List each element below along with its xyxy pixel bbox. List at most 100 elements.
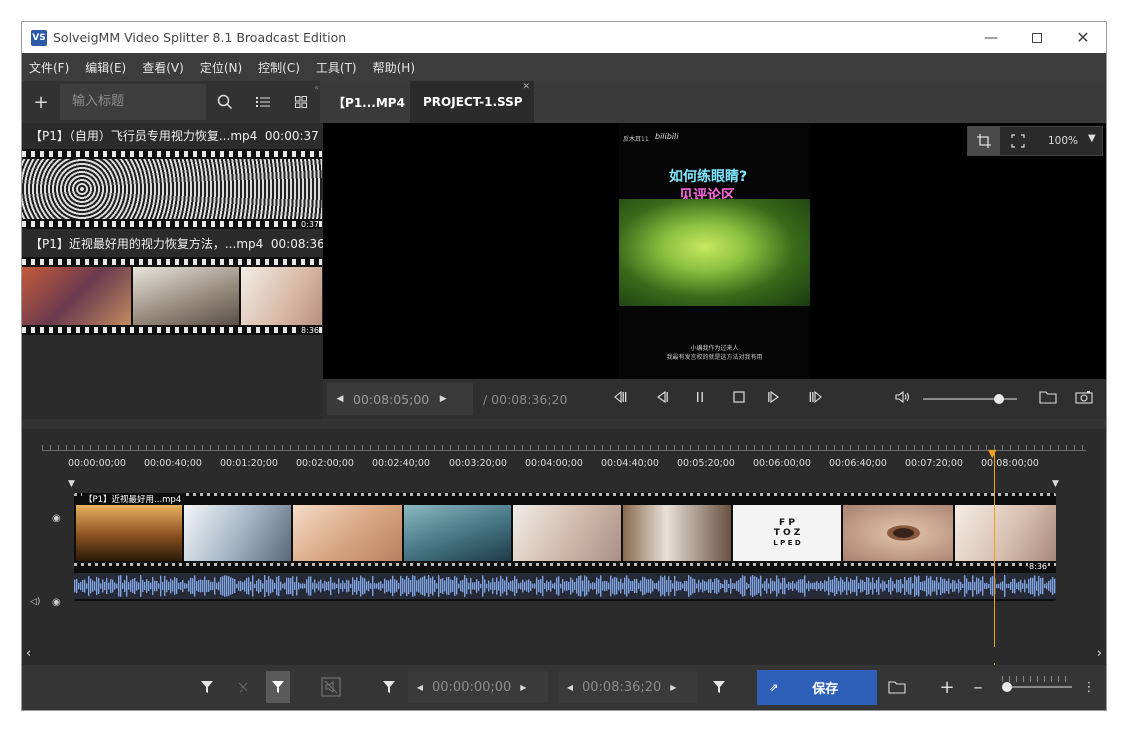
search-input[interactable]: 输入标题 xyxy=(60,84,206,120)
save-button[interactable]: ⇗ 保存 xyxy=(757,670,877,705)
player-controls: ◀ 00:08:05;00 ▶ / 00:08:36;20 xyxy=(323,379,1106,419)
scroll-right-icon[interactable]: › xyxy=(1097,646,1102,661)
audio-visibility-eye-icon[interactable]: ◉ xyxy=(52,597,61,608)
menu-control[interactable]: 控制(C) xyxy=(251,59,309,76)
video-preview[interactable]: 反木耳11 bilibili 如何练眼睛? 见评论区 小编我作为过来人 我最有发… xyxy=(323,123,1106,379)
fullscreen-button[interactable] xyxy=(1002,127,1034,155)
zoom-dropdown-icon[interactable]: ▼ xyxy=(1088,133,1096,144)
end-marker-icon[interactable]: ▼ xyxy=(1052,479,1059,489)
duration-badge: 0:37 xyxy=(301,220,319,229)
grid-view-icon xyxy=(295,96,307,108)
start-time-forward-icon[interactable]: ▶ xyxy=(511,683,535,692)
close-button[interactable]: ✕ xyxy=(1060,22,1106,53)
library-item-2-thumbnail[interactable]: 8:36 xyxy=(22,257,322,335)
maximize-button[interactable] xyxy=(1014,22,1060,53)
menu-file[interactable]: 文件(F) xyxy=(22,59,78,76)
step-back-time-icon[interactable]: ◀ xyxy=(327,394,353,404)
playhead-handle-icon[interactable]: ▼ xyxy=(988,447,996,460)
save-run-icon: ⇗ xyxy=(769,681,779,694)
search-icon xyxy=(217,94,233,110)
add-file-button[interactable]: + xyxy=(22,81,60,123)
set-marker-button[interactable] xyxy=(196,671,218,703)
library-item-1-title[interactable]: 【P1】（自用）飞行员专用视力恢复...mp4 00:00:37 xyxy=(30,127,319,147)
crop-button[interactable] xyxy=(968,127,1000,155)
timeline-scrollbar[interactable]: ‹ › xyxy=(22,646,1106,663)
next-keyframe-icon xyxy=(809,390,822,404)
next-frame-button[interactable] xyxy=(767,389,785,409)
timeline-ruler-line xyxy=(42,450,1086,451)
thumbnail-image xyxy=(133,267,239,325)
menu-edit[interactable]: 编辑(E) xyxy=(78,59,135,76)
audio-speaker-icon[interactable]: ◁) xyxy=(30,597,40,607)
close-tab-icon[interactable]: ✕ xyxy=(522,82,530,92)
clip-title: 【P1】近视最好用...mp4 xyxy=(82,493,184,505)
volume-slider-handle[interactable] xyxy=(994,394,1004,404)
current-time-field[interactable]: 00:08:05;00 xyxy=(353,392,429,407)
app-window: VS SolveigMM Video Splitter 8.1 Broadcas… xyxy=(21,21,1107,711)
list-view-button[interactable] xyxy=(244,81,282,123)
current-time-box[interactable]: ◀ 00:08:05;00 ▶ xyxy=(327,383,473,415)
step-forward-time-icon[interactable]: ▶ xyxy=(429,394,457,404)
library-item-2-title[interactable]: 【P1】近视最好用的视力恢复方法，...mp4 00:08:36 xyxy=(30,235,325,255)
video-visibility-eye-icon[interactable]: ◉ xyxy=(52,513,61,524)
library-item-1-thumbnail[interactable]: 0:37 xyxy=(22,149,322,229)
start-time-box[interactable]: ◀ 00:00:00;00 ▶ xyxy=(408,671,548,703)
zoom-slider-ticks xyxy=(1002,676,1072,682)
folder-icon xyxy=(888,681,906,694)
pause-button[interactable] xyxy=(694,389,710,409)
start-marker-icon[interactable]: ▼ xyxy=(68,479,75,489)
menu-navigate[interactable]: 定位(N) xyxy=(193,59,251,76)
end-time-box[interactable]: ◀ 00:08:36;20 ▶ xyxy=(558,671,698,703)
preview-tools: 100% ▼ xyxy=(967,126,1103,156)
zoom-slider-handle[interactable] xyxy=(1002,682,1012,692)
go-to-end-marker-button[interactable] xyxy=(708,671,730,703)
audio-waveform[interactable] xyxy=(74,573,1056,599)
zoom-in-button[interactable]: + xyxy=(936,671,958,703)
open-folder-button[interactable] xyxy=(1039,389,1059,409)
start-time-field[interactable]: 00:00:00;00 xyxy=(432,680,511,695)
menu-view[interactable]: 查看(V) xyxy=(135,59,193,76)
end-time-forward-icon[interactable]: ▶ xyxy=(661,683,685,692)
tab-source-file[interactable]: 【P1...MP4 xyxy=(328,81,410,123)
pause-icon xyxy=(697,392,703,402)
snapshot-button[interactable] xyxy=(1075,389,1095,409)
thumbnail-image xyxy=(241,267,322,325)
scroll-left-icon[interactable]: ‹ xyxy=(26,646,31,661)
subtitle-line-1: 小编我作为过来人 xyxy=(690,345,739,352)
remove-marker-button[interactable] xyxy=(232,671,254,703)
ruler-label: 00:06:40;00 xyxy=(829,458,887,469)
funnel-icon xyxy=(383,681,395,693)
clip-thumbnail: F PT O ZL P E D xyxy=(733,505,841,561)
ruler-label: 00:06:00;00 xyxy=(753,458,811,469)
window-title: SolveigMM Video Splitter 8.1 Broadcast E… xyxy=(53,30,347,45)
splitter-bar[interactable] xyxy=(22,419,1106,429)
prev-frame-button[interactable] xyxy=(655,389,673,409)
prev-keyframe-button[interactable] xyxy=(613,389,631,409)
end-time-field[interactable]: 00:08:36;20 xyxy=(582,680,661,695)
go-to-start-marker-button[interactable] xyxy=(378,671,400,703)
tab-project[interactable]: PROJECT-1.SSP ✕ xyxy=(410,81,534,123)
zoom-level[interactable]: 100% xyxy=(1048,135,1078,147)
plus-icon: + xyxy=(939,676,955,698)
end-time-back-icon[interactable]: ◀ xyxy=(558,683,582,692)
output-folder-button[interactable] xyxy=(886,671,908,703)
video-track-clip[interactable]: 【P1】近视最好用...mp4 F PT O ZL P E D 8:36 xyxy=(74,493,1056,601)
menu-tools[interactable]: 工具(T) xyxy=(309,59,366,76)
more-options-button[interactable]: ⋮ xyxy=(1082,671,1096,703)
start-time-back-icon[interactable]: ◀ xyxy=(408,683,432,692)
tab-bar: « 【P1...MP4 PROJECT-1.SSP ✕ xyxy=(314,81,1106,123)
zoom-out-button[interactable]: – xyxy=(968,671,988,703)
marker-toggle-button[interactable] xyxy=(266,671,290,703)
search-button[interactable] xyxy=(206,81,244,123)
minimize-button[interactable]: — xyxy=(968,22,1014,53)
plus-icon: + xyxy=(33,91,49,113)
next-keyframe-button[interactable] xyxy=(809,389,827,409)
collapse-panel-icon[interactable]: « xyxy=(314,83,319,92)
volume-slider[interactable] xyxy=(923,394,1017,404)
volume-button[interactable] xyxy=(895,389,913,409)
total-time: / 00:08:36;20 xyxy=(483,391,568,407)
menu-help[interactable]: 帮助(H) xyxy=(366,59,424,76)
timeline-zoom-slider[interactable] xyxy=(1002,676,1072,692)
stop-button[interactable] xyxy=(732,389,748,409)
mute-segment-button[interactable] xyxy=(318,671,344,703)
